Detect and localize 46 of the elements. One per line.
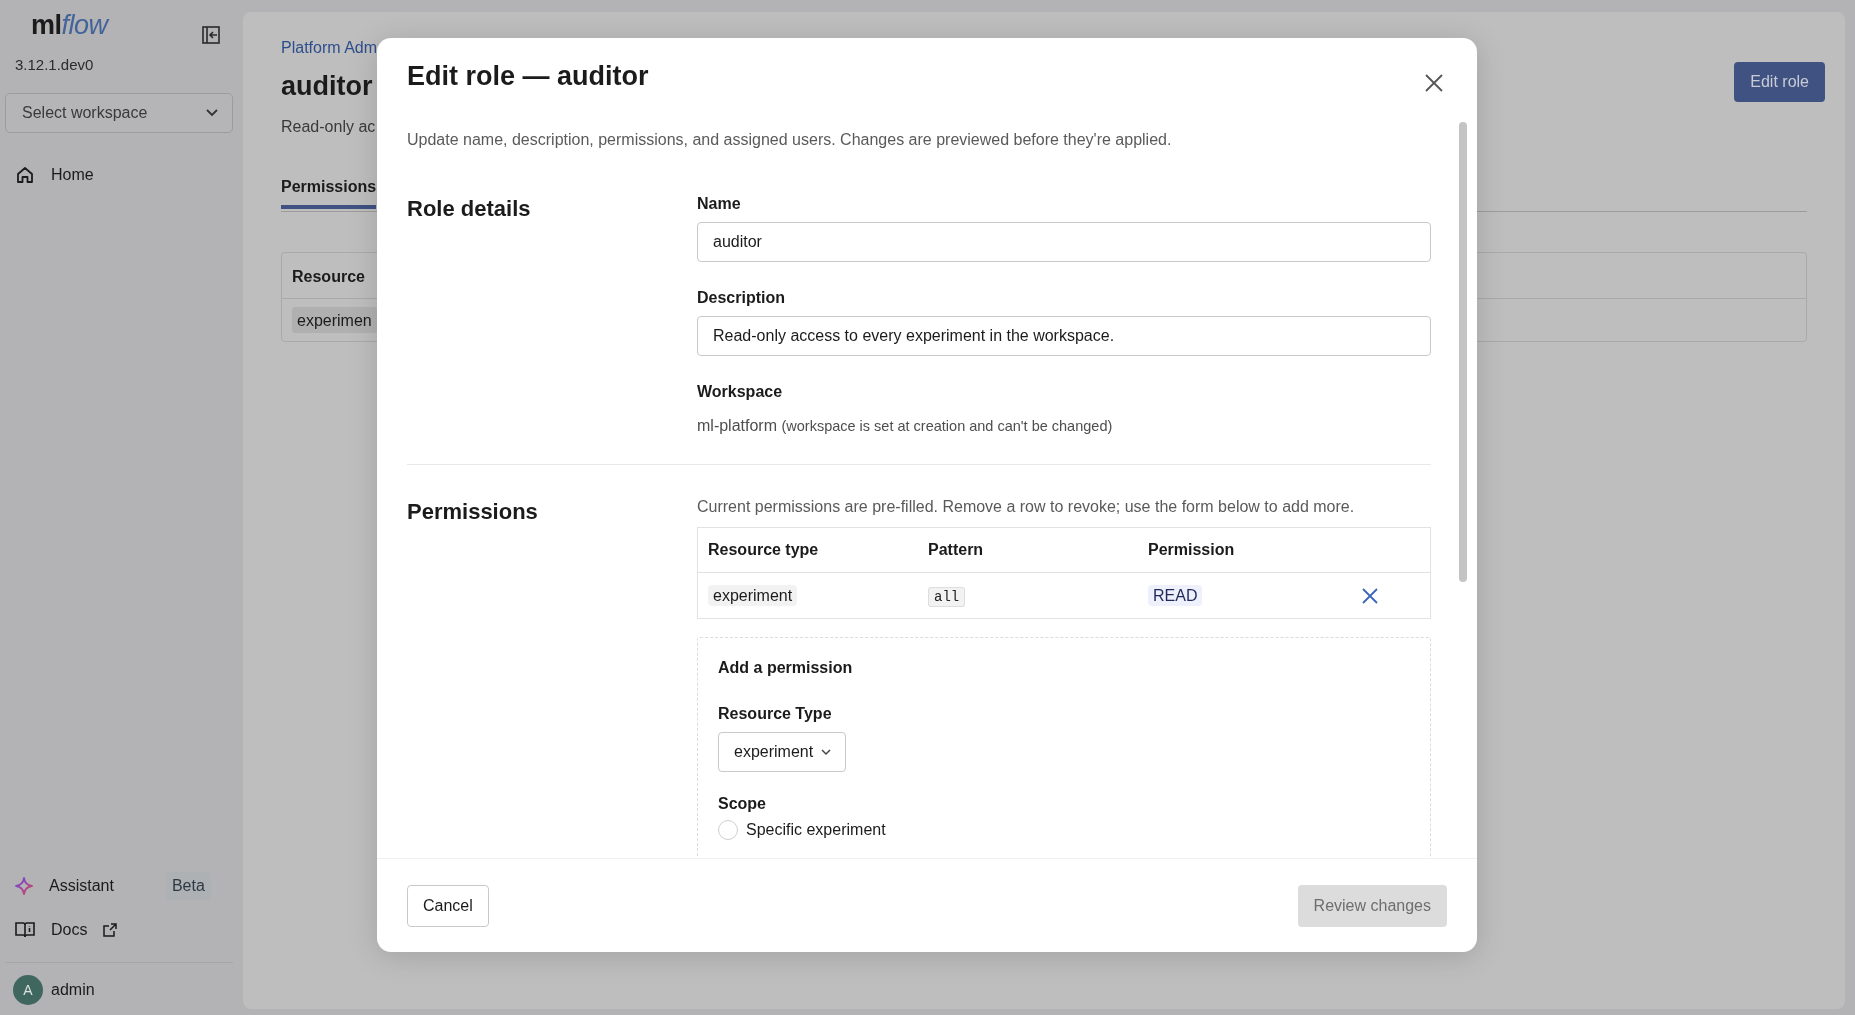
pattern-code: all — [928, 586, 966, 607]
nav-link[interactable]: Docs — [5, 912, 128, 948]
book-icon — [15, 921, 35, 939]
section-heading: Permissions — [407, 498, 539, 526]
dialog-description: Update name, description, permissions, and assigned users. Changes are previewed before they're applied. — [407, 130, 1173, 150]
column-header: Resource — [292, 266, 365, 286]
close-icon — [1362, 588, 1378, 605]
version-label: 3.12.1.dev0 — [15, 55, 95, 75]
chevron-down-icon — [206, 108, 218, 117]
text-input[interactable]: auditor — [697, 222, 1431, 262]
user-avatar: A — [13, 975, 43, 1005]
scrollbar[interactable] — [1459, 122, 1467, 582]
mlflow-logo: mlflow — [31, 12, 108, 39]
beta-badge: Beta — [165, 872, 211, 900]
section-heading: Role details — [407, 195, 532, 223]
field-label: Description — [697, 288, 786, 308]
resource-type-tag: experimen — [292, 306, 377, 333]
field-label: Workspace — [697, 382, 784, 402]
nav-link[interactable]: Home — [5, 156, 233, 193]
dialog-title: Edit role — auditor — [407, 60, 649, 93]
page-title: auditor — [281, 70, 373, 103]
sparkle-icon — [15, 877, 33, 895]
text-input[interactable]: Read-only access to every experiment in the workspace. — [697, 316, 1431, 356]
workspace-value: ml-platform (workspace is set at creation and can't be changed) — [697, 416, 1114, 436]
collapse-sidebar-icon — [201, 24, 221, 45]
user-name: admin — [51, 980, 95, 1000]
column-header: Resource type — [708, 540, 820, 560]
home-icon — [15, 164, 35, 185]
permission-badge: READ — [1148, 584, 1203, 606]
close-icon — [1425, 73, 1443, 92]
field-label: Name — [697, 194, 742, 214]
permissions-hint: Current permissions are pre-filled. Remove a row to revoke; use the form below to add more. — [697, 497, 1356, 517]
resource-type-tag: experiment — [708, 584, 798, 606]
edit-role-button[interactable]: Edit role — [1734, 62, 1825, 102]
cancel-button[interactable]: Cancel — [407, 884, 489, 927]
field-label: Scope — [718, 794, 767, 814]
radio-option[interactable]: Specific experiment — [718, 818, 1410, 842]
column-header: Permission — [1148, 540, 1236, 560]
column-header: Pattern — [928, 540, 985, 560]
workspace-select[interactable]: Select workspace — [5, 92, 233, 133]
field-label: Resource Type — [718, 704, 833, 724]
nav-link[interactable]: Assistant — [5, 868, 124, 904]
external-link-icon — [103, 923, 118, 937]
chevron-down-icon — [821, 748, 832, 756]
panel-title: Add a permission — [718, 658, 854, 678]
resource-type-select[interactable]: experiment — [718, 732, 847, 772]
